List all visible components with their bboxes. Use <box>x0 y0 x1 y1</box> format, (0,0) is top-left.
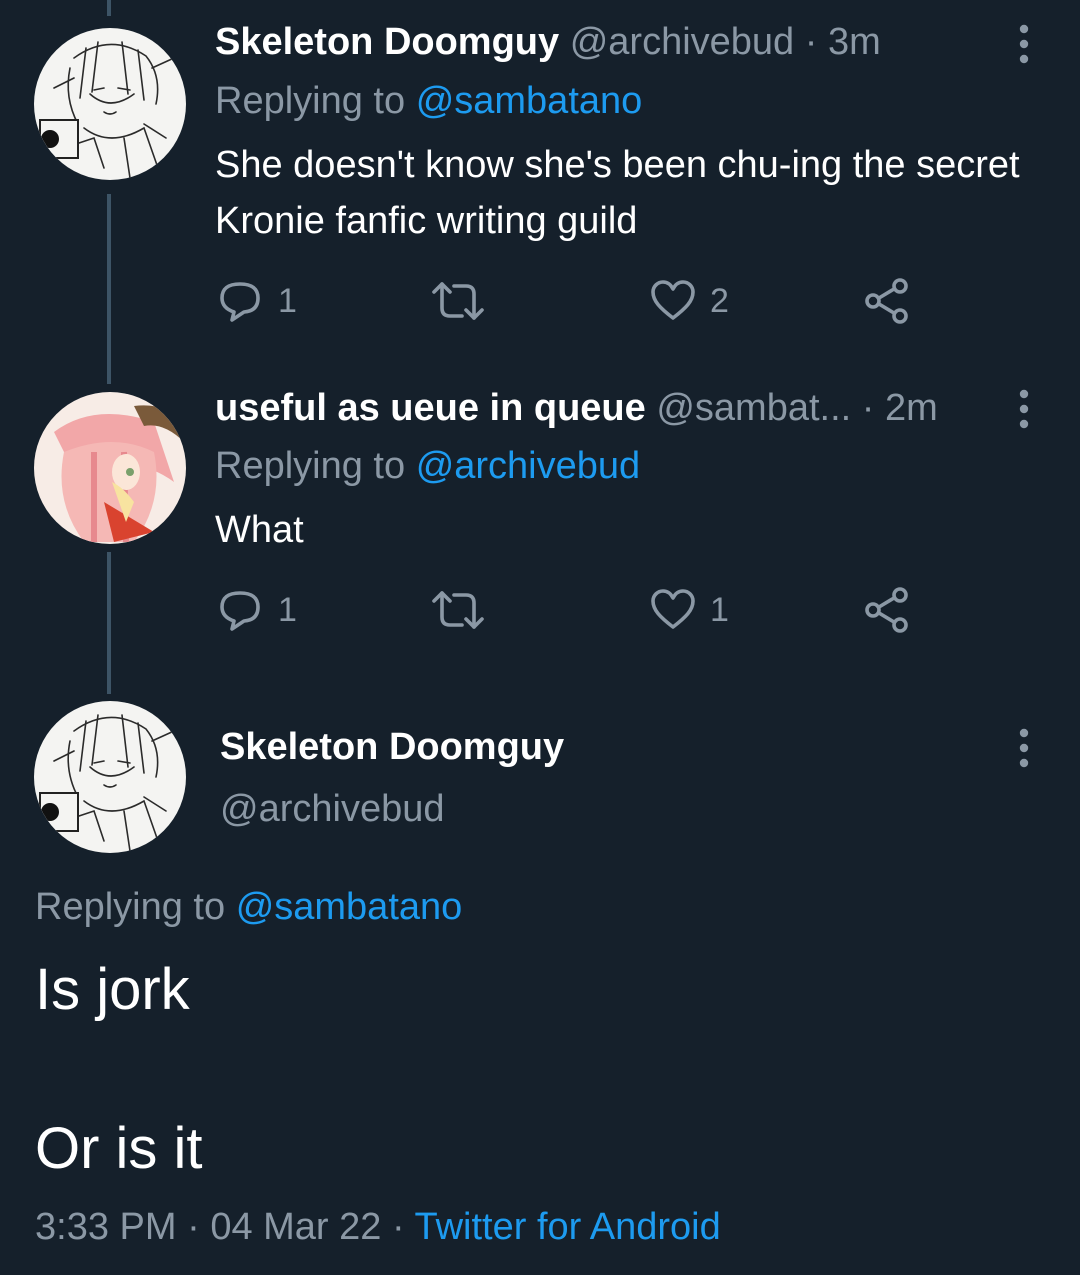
share-button[interactable] <box>864 585 910 635</box>
author-name[interactable]: Skeleton Doomguy <box>220 722 564 772</box>
tweet-actions: 1 1 <box>218 585 938 635</box>
replying-to-label: Replying to <box>35 886 226 928</box>
share-icon <box>865 278 908 324</box>
separator-dot: · <box>861 387 875 429</box>
like-button[interactable]: 1 <box>650 585 729 635</box>
thread-line <box>107 0 111 16</box>
replying-to-label: Replying to <box>215 80 406 122</box>
reply-button[interactable]: 1 <box>218 276 297 326</box>
tweet-text: What <box>215 509 304 551</box>
avatar[interactable] <box>34 392 186 544</box>
separator-dot: · <box>187 1206 200 1248</box>
retweet-icon <box>432 282 484 320</box>
replying-to-label: Replying to <box>215 445 406 487</box>
reply-icon <box>220 591 260 631</box>
replying-to-handle[interactable]: @sambatano <box>236 886 463 928</box>
thread-line <box>107 552 111 694</box>
tweet-actions: 1 2 <box>218 276 938 326</box>
tweet-text-line: Is jork <box>35 957 190 1022</box>
avatar[interactable] <box>34 28 186 180</box>
author-name[interactable]: Skeleton Doomguy <box>215 21 559 63</box>
tweet-time[interactable]: 2m <box>885 387 938 429</box>
tweet-text: She doesn't know she's been chu-ing the … <box>215 144 1020 242</box>
retweet-icon <box>432 591 484 629</box>
author-handle[interactable]: @sambat... <box>656 387 851 429</box>
tweet-timestamp[interactable]: 3:33 PM <box>35 1206 177 1248</box>
tweet-text-line: Or is it <box>35 1116 203 1181</box>
share-button[interactable] <box>864 276 910 326</box>
thread-line <box>107 194 111 384</box>
tweet-header: Skeleton Doomguy @archivebud · 3m <box>215 20 881 64</box>
replying-to: Replying to @sambatano <box>35 882 462 932</box>
replying-to-handle[interactable]: @sambatano <box>416 80 643 122</box>
avatar[interactable] <box>34 701 186 853</box>
separator-dot: · <box>391 1206 405 1248</box>
share-icon <box>865 587 908 633</box>
tweet-header: useful as ueue in queue @sambat... · 2m <box>215 386 938 430</box>
tweet-date[interactable]: 04 Mar 22 <box>210 1206 381 1248</box>
heart-icon <box>651 280 695 320</box>
reply-count: 1 <box>278 281 297 320</box>
reply-icon <box>220 282 260 322</box>
replying-to-handle[interactable]: @archivebud <box>416 445 640 487</box>
replying-to: Replying to @archivebud <box>215 444 640 488</box>
author-handle[interactable]: @archivebud <box>570 21 794 63</box>
heart-icon <box>651 589 695 629</box>
tweet-metadata: 3:33 PM · 04 Mar 22 · Twitter for Androi… <box>35 1202 721 1252</box>
more-vertical-icon[interactable] <box>1016 389 1032 429</box>
tweet-source[interactable]: Twitter for Android <box>415 1206 721 1248</box>
retweet-button[interactable] <box>430 276 486 326</box>
replying-to: Replying to @sambatano <box>215 79 642 123</box>
tweet-time[interactable]: 3m <box>828 21 881 63</box>
more-vertical-icon[interactable] <box>1016 24 1032 64</box>
retweet-button[interactable] <box>430 585 486 635</box>
reply-button[interactable]: 1 <box>218 585 297 635</box>
separator-dot: · <box>804 21 818 63</box>
author-name[interactable]: useful as ueue in queue <box>215 387 646 429</box>
author-handle[interactable]: @archivebud <box>220 784 444 834</box>
reply-count: 1 <box>278 590 297 629</box>
like-button[interactable]: 2 <box>650 276 729 326</box>
like-count: 2 <box>710 281 729 320</box>
more-vertical-icon[interactable] <box>1016 728 1032 768</box>
like-count: 1 <box>710 590 729 629</box>
